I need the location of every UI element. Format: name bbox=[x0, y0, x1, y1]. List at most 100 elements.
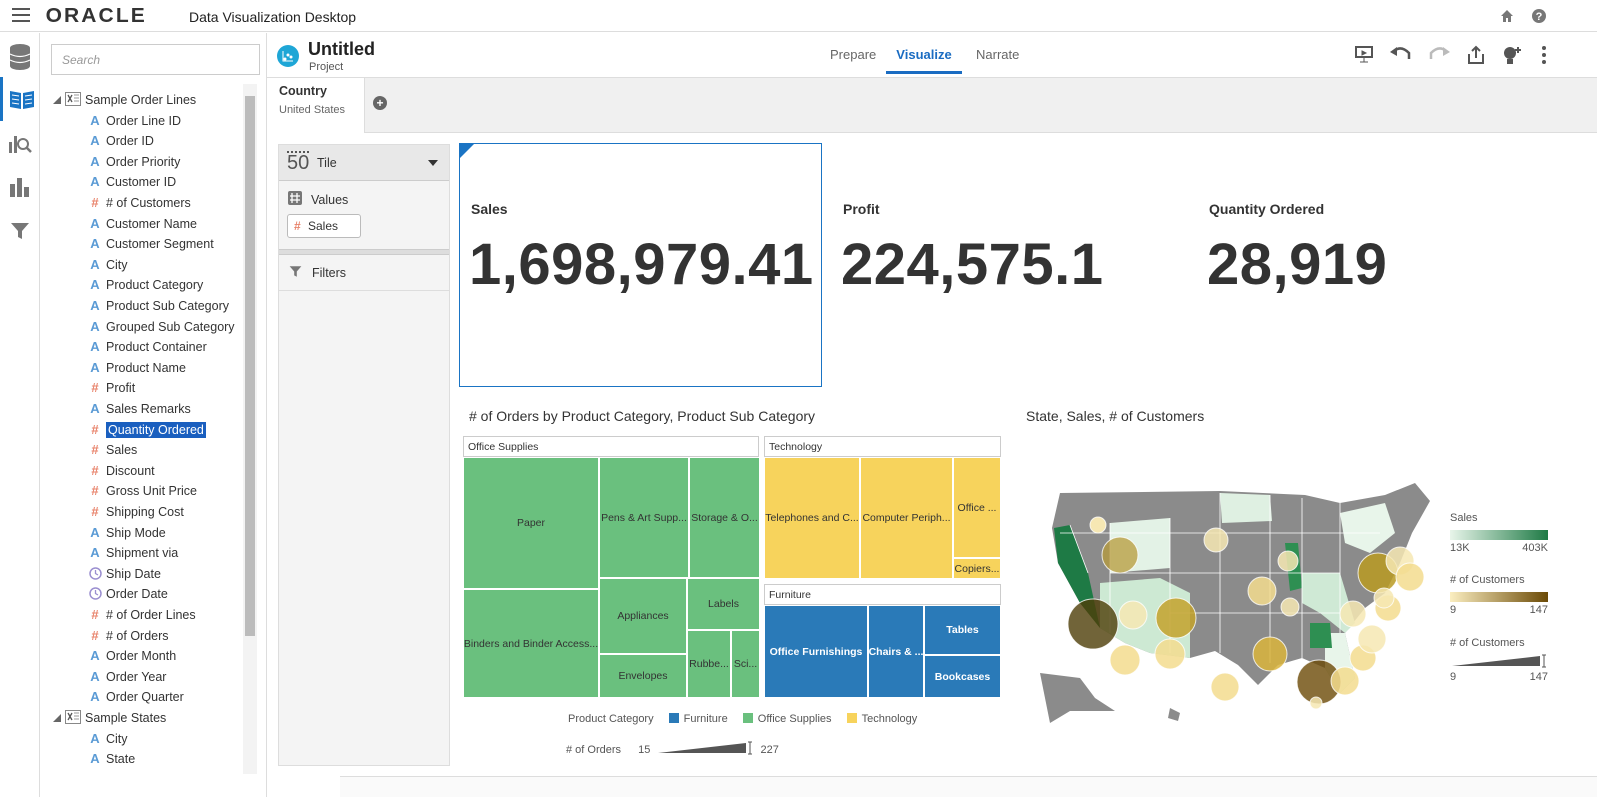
us-map-chart[interactable] bbox=[1040, 473, 1460, 733]
export-icon[interactable] bbox=[1465, 45, 1487, 65]
treemap-cell[interactable]: Storage & O... bbox=[689, 457, 760, 578]
legend-swatch-office-supplies bbox=[742, 713, 753, 723]
filters-section[interactable]: Filters bbox=[279, 255, 449, 291]
tree-item[interactable]: A Order ID bbox=[87, 131, 154, 151]
project-title[interactable]: Untitled bbox=[308, 39, 375, 60]
tree-item[interactable]: A City bbox=[87, 729, 127, 749]
tree-item[interactable]: A Order Year bbox=[87, 667, 166, 687]
tree-item[interactable]: A Customer ID bbox=[87, 172, 176, 192]
tree-item[interactable]: A Product Name bbox=[87, 358, 186, 378]
tree-item[interactable]: A Product Container bbox=[87, 337, 206, 357]
pill-label: Sales bbox=[308, 219, 339, 233]
visualizations-tab[interactable] bbox=[0, 165, 40, 209]
treemap-cell[interactable]: Computer Periph... bbox=[860, 457, 953, 579]
treemap-cell[interactable]: Binders and Binder Access... bbox=[463, 589, 599, 698]
tree-group[interactable]: Sample States bbox=[53, 708, 166, 728]
expand-triangle-icon[interactable] bbox=[53, 96, 61, 104]
filters-tab[interactable] bbox=[0, 209, 40, 253]
legend-title: Sales bbox=[1450, 512, 1478, 524]
treemap-cell[interactable]: Rubbe... bbox=[687, 630, 731, 698]
expand-triangle-icon[interactable] bbox=[53, 714, 61, 722]
redo-icon[interactable] bbox=[1429, 45, 1451, 65]
treemap-cell[interactable]: Appliances bbox=[599, 578, 687, 654]
book-icon bbox=[9, 91, 34, 109]
tree-item[interactable]: A Product Category bbox=[87, 275, 203, 295]
tree-item[interactable]: # Profit bbox=[87, 378, 135, 398]
data-panel-scrollbar[interactable] bbox=[243, 84, 257, 774]
tab-visualize[interactable]: Visualize bbox=[886, 33, 962, 74]
treemap-cell[interactable]: Paper bbox=[463, 457, 599, 589]
treemap-cell[interactable]: Chairs & ... bbox=[868, 605, 924, 698]
hamburger-menu-icon[interactable] bbox=[12, 8, 30, 24]
tree-item[interactable]: A State bbox=[87, 749, 135, 769]
legend-item-technology[interactable]: Technology bbox=[862, 713, 918, 725]
tab-narrate[interactable]: Narrate bbox=[974, 33, 1021, 74]
present-icon[interactable] bbox=[1353, 45, 1375, 65]
home-icon[interactable] bbox=[1499, 8, 1515, 24]
tree-item[interactable]: A City bbox=[87, 255, 127, 275]
tree-item[interactable]: A Shipment via bbox=[87, 543, 178, 563]
data-panel-tab[interactable] bbox=[0, 35, 40, 79]
tree-item[interactable]: A Product Sub Category bbox=[87, 296, 229, 316]
sales-pill[interactable]: # Sales bbox=[287, 214, 361, 238]
tab-prepare[interactable]: Prepare bbox=[828, 33, 878, 74]
treemap-cell[interactable]: Labels bbox=[687, 578, 760, 630]
database-icon bbox=[9, 44, 31, 70]
tree-item[interactable]: # # of Orders bbox=[87, 626, 168, 646]
tree-item[interactable]: A Ship Mode bbox=[87, 523, 165, 543]
treemap-chart[interactable]: Office Supplies Paper Pens & Art Supp... St… bbox=[463, 436, 1001, 698]
viz-type-selector[interactable]: 50 Tile bbox=[279, 145, 449, 181]
search-input[interactable]: Search bbox=[51, 44, 260, 75]
data-elements-tab[interactable] bbox=[0, 77, 40, 121]
treemap-cell[interactable]: Sci... bbox=[731, 630, 760, 698]
treemap-cell[interactable]: Office Furnishings bbox=[764, 605, 868, 698]
tree-item[interactable]: A Sales Remarks bbox=[87, 399, 190, 419]
tree-item-label: Order Month bbox=[106, 649, 177, 664]
undo-icon[interactable] bbox=[1389, 45, 1411, 65]
tree-item[interactable]: A Order Line ID bbox=[87, 111, 181, 131]
treemap-cell[interactable]: Telephones and C... bbox=[764, 457, 860, 579]
treemap-cell[interactable]: Office ... bbox=[953, 457, 1001, 558]
insights-icon[interactable] bbox=[1501, 45, 1523, 65]
treemap-cell[interactable]: Copiers... bbox=[953, 558, 1001, 579]
treemap-cell[interactable]: Envelopes bbox=[599, 654, 687, 698]
tree-item[interactable]: A Order Priority bbox=[87, 152, 180, 172]
measure-icon: # bbox=[91, 462, 99, 478]
legend-item-office-supplies[interactable]: Office Supplies bbox=[758, 713, 832, 725]
treemap-group-header: Technology bbox=[764, 436, 1001, 457]
help-icon[interactable]: ? bbox=[1531, 8, 1547, 24]
add-filter-icon[interactable]: + bbox=[373, 96, 387, 110]
tree-item[interactable]: # # of Customers bbox=[87, 193, 190, 213]
tree-item[interactable]: A Customer Segment bbox=[87, 234, 213, 254]
treemap-cell[interactable]: Bookcases bbox=[924, 655, 1001, 698]
size-legend-max: 227 bbox=[760, 744, 779, 756]
selection-corner-icon bbox=[460, 144, 474, 158]
tree-item[interactable]: A Grouped Sub Category bbox=[87, 317, 234, 337]
tree-item[interactable]: A Order Quarter bbox=[87, 687, 184, 707]
canvas-horizontal-scrollbar[interactable] bbox=[340, 776, 1597, 797]
tree-item[interactable]: # # of Order Lines bbox=[87, 605, 195, 625]
scrollbar-thumb[interactable] bbox=[245, 96, 255, 636]
oracle-logo: ORACLE bbox=[45, 5, 147, 27]
treemap-cell[interactable]: Pens & Art Supp... bbox=[599, 457, 689, 578]
tree-item[interactable]: # Sales bbox=[87, 440, 137, 460]
tree-item[interactable]: Order Date bbox=[87, 584, 168, 604]
analytics-tab[interactable] bbox=[0, 121, 40, 165]
tree-item[interactable]: A Customer Name bbox=[87, 214, 197, 234]
treemap-cell[interactable]: Tables bbox=[924, 605, 1001, 655]
tree-item[interactable]: # Discount bbox=[87, 461, 154, 481]
tree-item-label: Shipping Cost bbox=[106, 505, 184, 519]
tree-item[interactable]: # Gross Unit Price bbox=[87, 481, 197, 501]
more-options-icon[interactable] bbox=[1533, 45, 1555, 65]
attribute-icon: A bbox=[90, 730, 100, 746]
tree-item-label: Order Priority bbox=[106, 154, 181, 169]
tree-item[interactable]: Ship Date bbox=[87, 564, 161, 584]
tree-group[interactable]: Sample Order Lines bbox=[53, 90, 196, 110]
filter-country[interactable]: Country United States bbox=[267, 78, 365, 133]
tree-item[interactable]: # Shipping Cost bbox=[87, 502, 184, 522]
chevron-down-icon[interactable] bbox=[428, 160, 438, 166]
tree-item[interactable]: A Order Month bbox=[87, 646, 176, 666]
tree-item[interactable]: # Quantity Ordered bbox=[87, 420, 206, 440]
legend-item-furniture[interactable]: Furniture bbox=[684, 713, 728, 725]
measure-icon: # bbox=[91, 442, 99, 458]
